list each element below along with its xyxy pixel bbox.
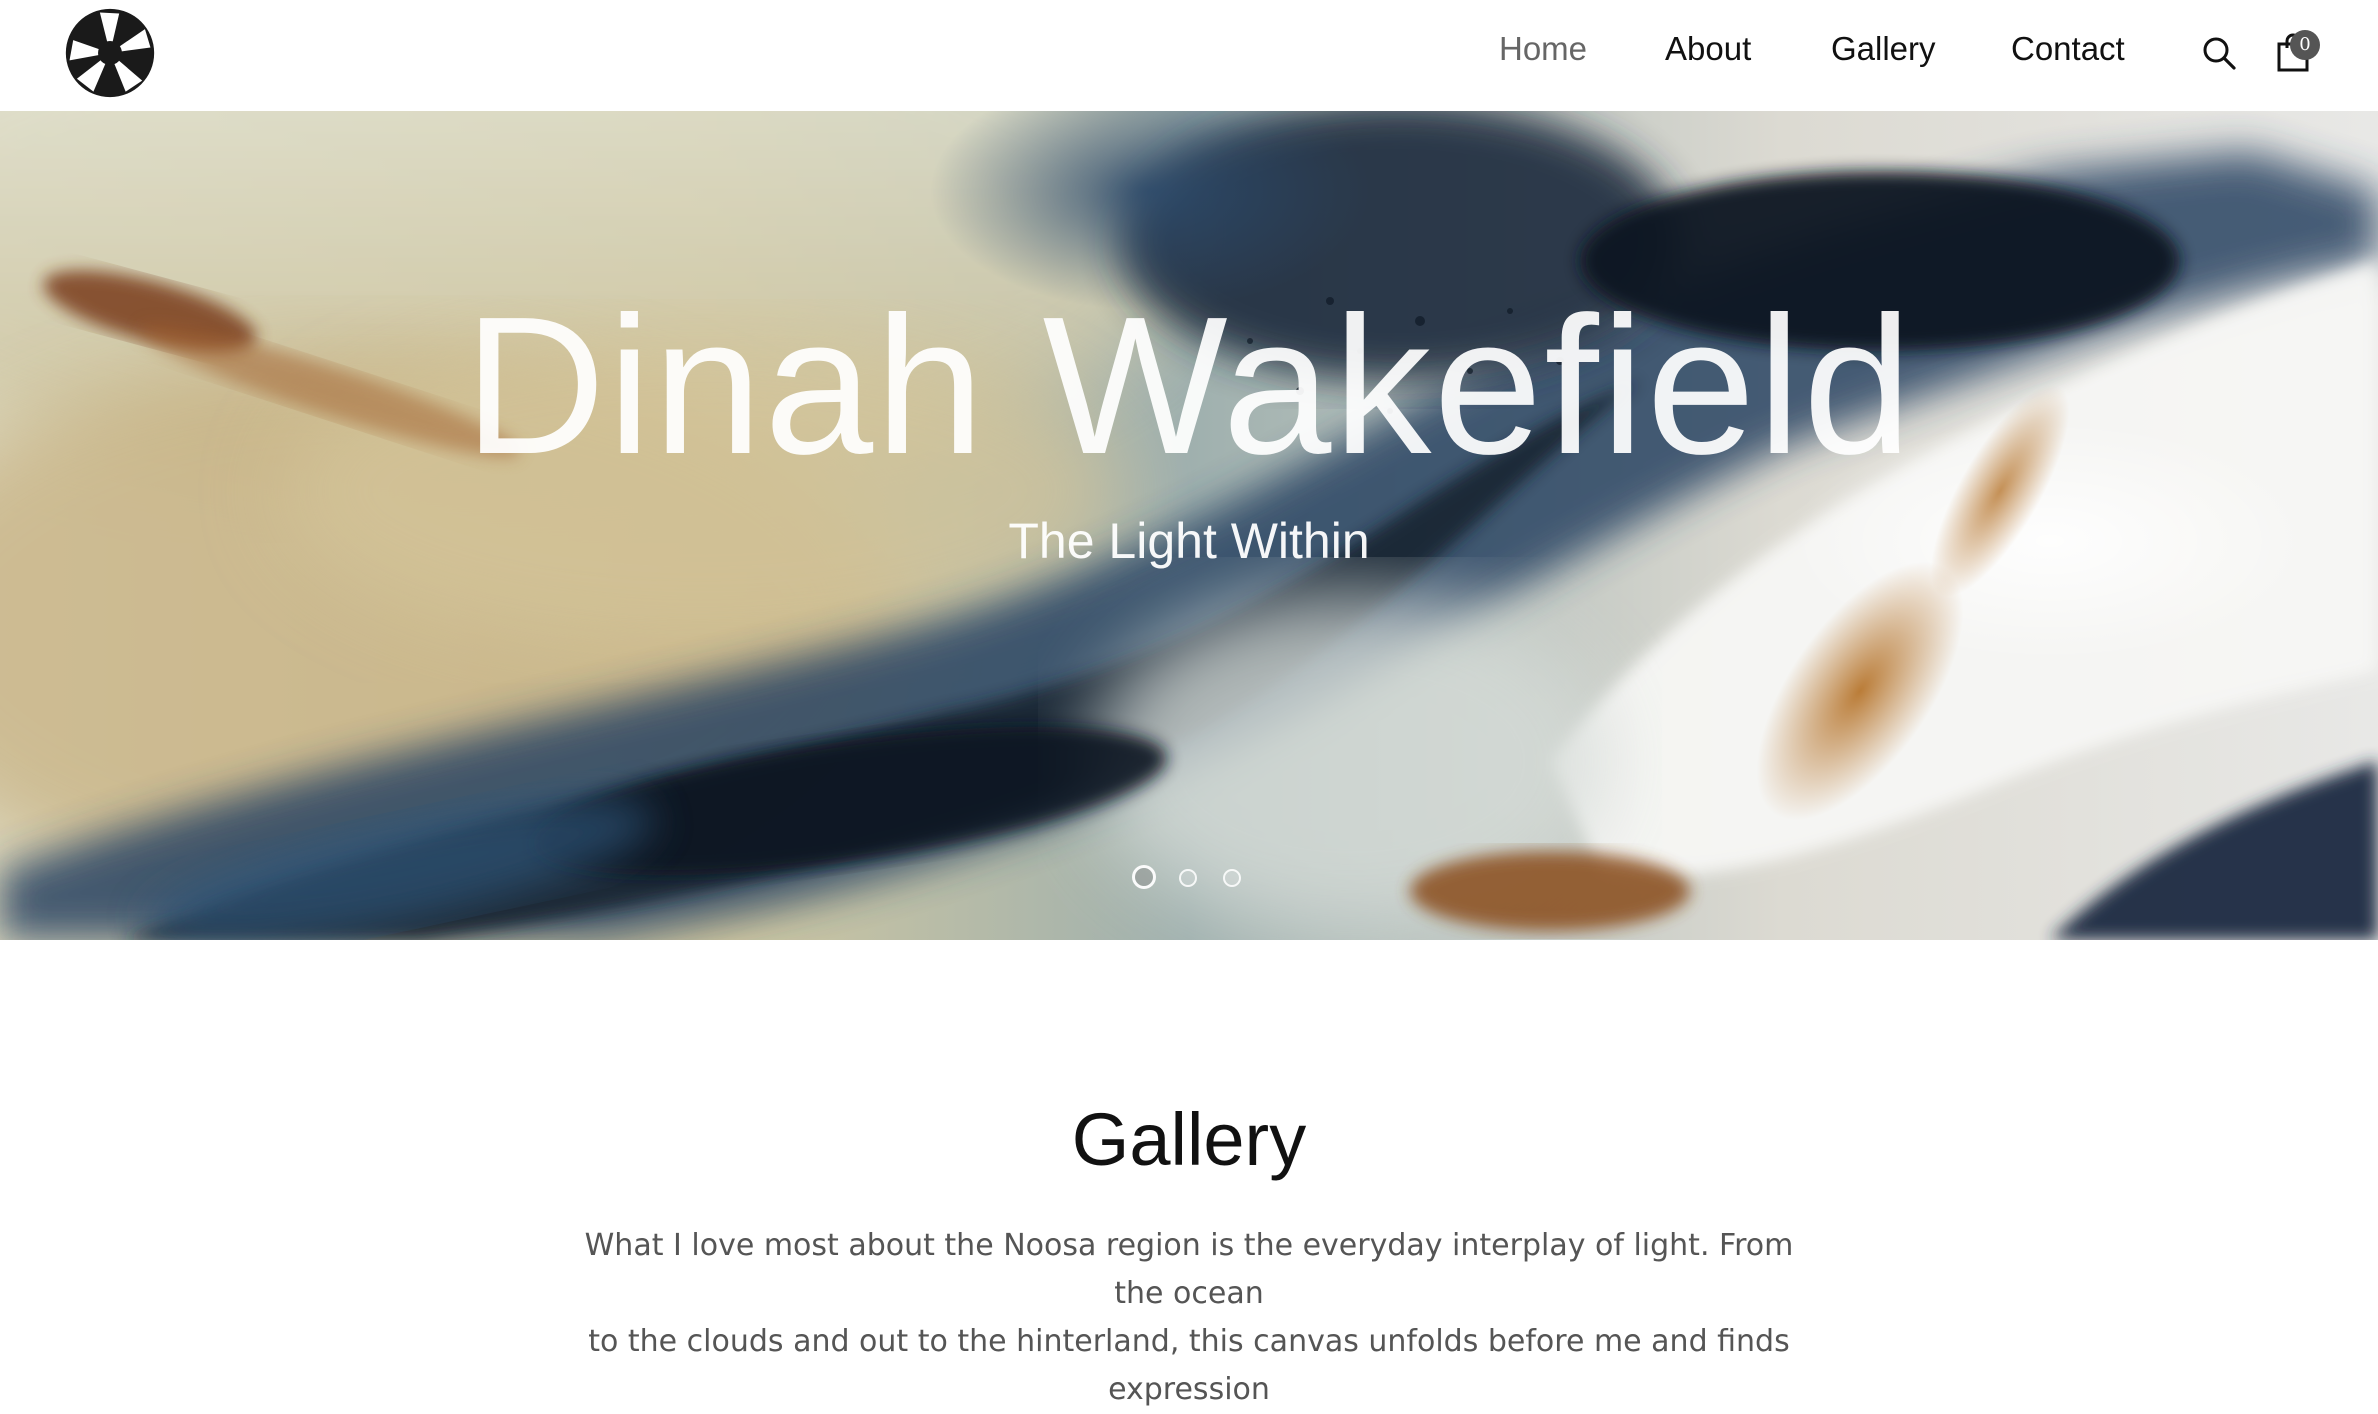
gallery-heading: Gallery bbox=[1071, 1098, 1307, 1181]
nav-contact[interactable]: Contact bbox=[2011, 30, 2125, 68]
nav-gallery[interactable]: Gallery bbox=[1831, 30, 1936, 68]
gallery-intro-line-1: What I love most about the Noosa region … bbox=[584, 1228, 1794, 1311]
hero-title: Dinah Wakefield bbox=[464, 276, 1914, 495]
nav-home[interactable]: Home bbox=[1499, 30, 1587, 68]
search-icon[interactable] bbox=[2201, 35, 2237, 71]
slider-pagination bbox=[1130, 865, 1250, 891]
hero-slider: Dinah Wakefield The Light Within bbox=[0, 111, 2378, 940]
gallery-intro-line-2: to the clouds and out to the hinterland,… bbox=[588, 1324, 1790, 1407]
slider-dot-2[interactable] bbox=[1179, 869, 1197, 887]
camera-aperture-icon[interactable] bbox=[64, 7, 156, 99]
slider-dot-3[interactable] bbox=[1223, 869, 1241, 887]
hero-subtitle: The Light Within bbox=[1008, 513, 1370, 569]
gallery-intro: What I love most about the Noosa region … bbox=[560, 1222, 1818, 1414]
site-header: Home About Gallery Contact 0 bbox=[0, 0, 2378, 111]
nav-about[interactable]: About bbox=[1665, 30, 1751, 68]
cart-count-badge[interactable]: 0 bbox=[2290, 30, 2320, 60]
slider-dot-1[interactable] bbox=[1132, 865, 1156, 889]
